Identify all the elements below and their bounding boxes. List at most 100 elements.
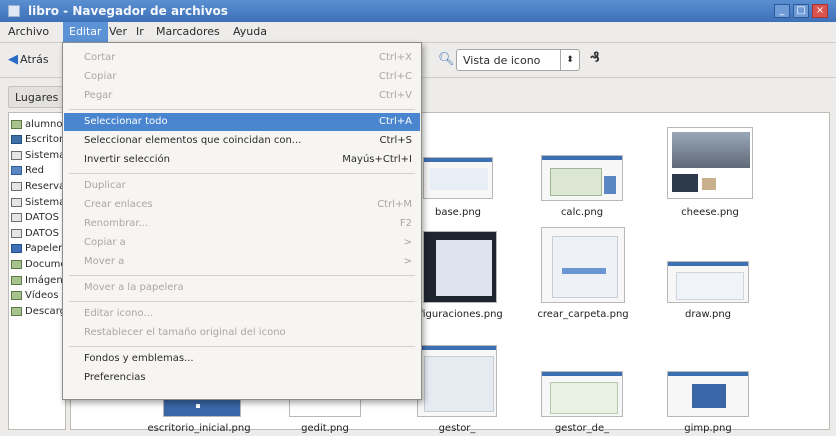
- menu-item-label: Seleccionar elementos que coincidan con.…: [84, 135, 302, 146]
- menu-marcadores[interactable]: Marcadores: [156, 25, 220, 38]
- sidebar-item-label: Sistema de archivos: [25, 149, 66, 161]
- sidebar-item[interactable]: Reservado del sistema: [11, 179, 65, 193]
- folder-icon: [11, 119, 22, 129]
- file-thumb-gimp[interactable]: [667, 371, 749, 417]
- sidebar-item-label: Descargas: [25, 305, 65, 317]
- menu-item-label: Editar icono...: [84, 308, 153, 319]
- menu-archivo[interactable]: Archivo: [8, 25, 49, 38]
- file-name[interactable]: base.png: [423, 207, 493, 218]
- menu-item-label: Cortar: [84, 52, 116, 63]
- menu-item[interactable]: Fondos y emblemas...: [64, 350, 420, 368]
- menu-item-label: Copiar: [84, 71, 117, 82]
- menu-item-accel: >: [403, 237, 412, 248]
- sidebar-item[interactable]: Escritorio: [11, 133, 65, 147]
- back-arrow-icon: ◀: [8, 52, 18, 67]
- menu-editar[interactable]: Editar: [63, 22, 108, 42]
- back-label: Atrás: [20, 53, 49, 66]
- sidebar-item-label: Vídeos: [25, 290, 59, 302]
- menu-item[interactable]: Seleccionar elementos que coincidan con.…: [64, 132, 420, 150]
- sidebar-item-label: Escritorio: [25, 134, 65, 146]
- menu-item-label: Crear enlaces: [84, 199, 153, 210]
- search-binoculars-icon[interactable]: ₰: [590, 50, 600, 66]
- back-button[interactable]: ◀ Atrás: [8, 52, 49, 67]
- view-mode-select[interactable]: Vista de icono ⬍: [456, 49, 580, 71]
- file-thumb-gestor[interactable]: [417, 345, 497, 417]
- places-label: Lugares: [15, 91, 59, 104]
- menu-item-label: Renombrar...: [84, 218, 149, 229]
- folder-icon: [11, 306, 22, 316]
- sidebar-item-label: Reservado del sistema: [25, 180, 65, 192]
- menu-item: Copiar Ctrl+C: [64, 68, 420, 86]
- menu-item-accel: >: [403, 256, 412, 267]
- file-thumb-draw[interactable]: [667, 261, 749, 303]
- menu-separator: [69, 301, 415, 302]
- view-mode-value: Vista de icono: [463, 54, 541, 67]
- drive-icon: [11, 228, 22, 238]
- menu-separator: [69, 109, 415, 110]
- desktop-icon: [11, 135, 22, 145]
- menu-item-label: Invertir selección: [84, 154, 170, 165]
- sidebar-item[interactable]: Sistema de archivos: [11, 148, 66, 162]
- sidebar-item[interactable]: Sistema: [11, 195, 65, 209]
- minimize-button[interactable]: _: [774, 4, 790, 18]
- menu-item[interactable]: Seleccionar todo Ctrl+A: [64, 113, 420, 131]
- drive-icon: [11, 150, 22, 160]
- sidebar-item[interactable]: DATOS: [11, 211, 59, 225]
- menu-item[interactable]: Invertir selección Mayús+Ctrl+I: [64, 151, 420, 169]
- file-name[interactable]: gestor_: [417, 423, 497, 434]
- app-icon: [8, 5, 20, 17]
- menu-item-label: Pegar: [84, 90, 113, 101]
- folder-icon: [11, 259, 22, 269]
- menu-item-label: Mover a: [84, 256, 125, 267]
- file-thumb-configuraciones[interactable]: [423, 231, 497, 303]
- network-icon: [11, 166, 22, 176]
- menu-item: Restablecer el tamaño original del icono: [64, 324, 420, 342]
- menu-item: Mover a >: [64, 253, 420, 271]
- menu-item-accel: Ctrl+M: [377, 199, 412, 210]
- sidebar-item[interactable]: Descargas: [11, 304, 65, 318]
- file-name[interactable]: figuraciones.png: [411, 309, 511, 320]
- file-thumb-cheese[interactable]: [667, 127, 753, 199]
- title-bar[interactable]: libro - Navegador de archivos _ □ ×: [0, 0, 836, 22]
- close-button[interactable]: ×: [812, 4, 828, 18]
- zoom-icon[interactable]: 🔍︎: [438, 52, 455, 67]
- sidebar-item[interactable]: DATOS: [11, 226, 59, 240]
- file-name[interactable]: cheese.png: [667, 207, 753, 218]
- menu-ver[interactable]: Ver: [109, 25, 127, 38]
- menu-item: Renombrar... F2: [64, 215, 420, 233]
- file-name[interactable]: crear_carpeta.png: [523, 309, 643, 320]
- sidebar-item-label: Sistema: [25, 196, 66, 208]
- menu-ayuda[interactable]: Ayuda: [233, 25, 267, 38]
- file-thumb-calc[interactable]: [541, 155, 623, 201]
- sidebar-item[interactable]: Documentos: [11, 257, 65, 271]
- file-name[interactable]: gedit.png: [289, 423, 361, 434]
- menu-item-accel: Ctrl+A: [378, 116, 412, 127]
- sidebar-item[interactable]: Red: [11, 164, 44, 178]
- sidebar-item-label: Red: [25, 165, 44, 177]
- sidebar-item[interactable]: Imágenes: [11, 273, 65, 287]
- menu-item-label: Seleccionar todo: [84, 116, 168, 127]
- file-name[interactable]: calc.png: [541, 207, 623, 218]
- menu-item-accel: Ctrl+S: [379, 135, 412, 146]
- file-name[interactable]: escritorio_inicial.png: [139, 423, 259, 434]
- menu-item: Crear enlaces Ctrl+M: [64, 196, 420, 214]
- menu-item-label: Preferencias: [84, 372, 146, 383]
- places-selector[interactable]: Lugares: [8, 86, 64, 108]
- maximize-button[interactable]: □: [793, 4, 809, 18]
- file-thumb-gedit[interactable]: [289, 397, 361, 417]
- file-thumb-crear-carpeta[interactable]: [541, 227, 625, 303]
- file-name[interactable]: gestor_de_: [541, 423, 623, 434]
- file-thumb-base[interactable]: [423, 157, 493, 199]
- drive-icon: [11, 181, 22, 191]
- file-name[interactable]: draw.png: [667, 309, 749, 320]
- sidebar-item[interactable]: Papelera: [11, 242, 65, 256]
- file-name[interactable]: gimp.png: [667, 423, 749, 434]
- file-thumb-gestor-de[interactable]: [541, 371, 623, 417]
- menu-item-label: Duplicar: [84, 180, 126, 191]
- menu-item[interactable]: Preferencias: [64, 369, 420, 387]
- sidebar: alumno Escritorio Sistema de archivos Red Re…: [8, 112, 66, 430]
- sidebar-item[interactable]: alumno: [11, 117, 62, 131]
- menu-ir[interactable]: Ir: [136, 25, 144, 38]
- sidebar-item[interactable]: Vídeos: [11, 289, 58, 303]
- menu-item-accel: F2: [399, 218, 412, 229]
